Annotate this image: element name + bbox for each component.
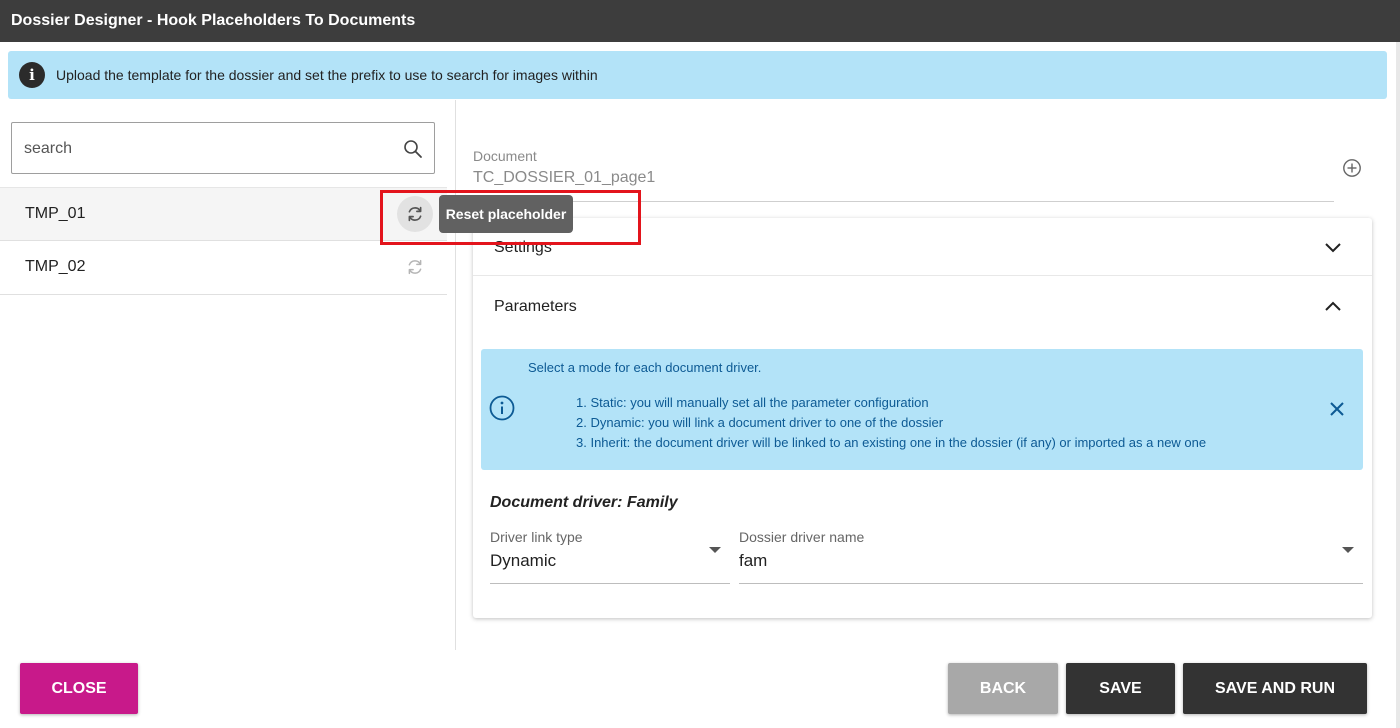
settings-label: Settings (494, 239, 552, 256)
panel-divider (455, 100, 456, 650)
document-value: TC_DOSSIER_01_page1 (473, 169, 656, 186)
info-outline-icon (489, 395, 515, 421)
refresh-icon (408, 206, 422, 222)
scrollbar[interactable] (1396, 42, 1400, 728)
param-mode-inherit: 3. Inherit: the document driver will be … (576, 435, 1207, 450)
save-button[interactable]: SAVE (1066, 663, 1175, 714)
param-mode-static: 1. Static: you will manually set all the… (576, 395, 929, 410)
back-button[interactable]: BACK (948, 663, 1058, 714)
info-icon: i (19, 62, 45, 88)
search-icon[interactable] (403, 139, 423, 159)
parameter-mode-info: Select a mode for each document driver. … (481, 349, 1363, 470)
save-and-run-button[interactable]: SAVE AND RUN (1183, 663, 1367, 714)
list-item-tmp-01[interactable]: TMP_01 (0, 187, 447, 241)
search-input[interactable] (24, 137, 384, 161)
search-field[interactable] (11, 122, 435, 174)
info-banner-text: Upload the template for the dossier and … (56, 67, 598, 83)
parameters-section-header[interactable]: Parameters (473, 276, 1372, 338)
param-info-intro: Select a mode for each document driver. (528, 360, 762, 375)
reset-placeholder-tooltip: Reset placeholder (439, 195, 573, 233)
document-driver-title: Document driver: Family (490, 494, 678, 511)
window-title: Dossier Designer - Hook Placeholders To … (0, 0, 1400, 42)
dossier-driver-name-value: fam (739, 551, 768, 570)
document-field[interactable]: Document TC_DOSSIER_01_page1 (473, 145, 1334, 202)
driver-link-type-select[interactable]: Driver link type Dynamic (490, 528, 730, 584)
parameters-label: Parameters (494, 298, 577, 315)
dossier-driver-name-label: Dossier driver name (739, 529, 865, 545)
param-mode-dynamic: 2. Dynamic: you will link a document dri… (576, 415, 944, 430)
chevron-up-icon[interactable] (1323, 296, 1343, 316)
driver-link-type-value: Dynamic (490, 551, 557, 570)
settings-section-header[interactable]: Settings (473, 218, 1372, 276)
document-label: Document (473, 148, 537, 164)
add-circle-icon[interactable] (1342, 158, 1362, 178)
reset-placeholder-button[interactable] (397, 196, 433, 232)
dossier-driver-name-select[interactable]: Dossier driver name fam (739, 528, 1363, 584)
list-item-label: TMP_01 (25, 205, 86, 222)
driver-link-type-label: Driver link type (490, 529, 583, 545)
list-item-tmp-02[interactable]: TMP_02 (0, 241, 447, 295)
list-item-label: TMP_02 (25, 258, 86, 275)
refresh-icon (408, 259, 422, 275)
close-icon[interactable] (1328, 400, 1346, 418)
document-config-card: Settings Parameters Select a mode for ea… (473, 218, 1372, 618)
close-button[interactable]: CLOSE (20, 663, 138, 714)
param-mode-list: 1. Static: you will manually set all the… (576, 393, 1206, 453)
dropdown-arrow-icon[interactable] (709, 547, 721, 553)
info-banner: i Upload the template for the dossier an… (8, 51, 1387, 99)
chevron-down-icon[interactable] (1323, 238, 1343, 258)
dropdown-arrow-icon[interactable] (1342, 547, 1354, 553)
reset-placeholder-button[interactable] (397, 249, 433, 285)
